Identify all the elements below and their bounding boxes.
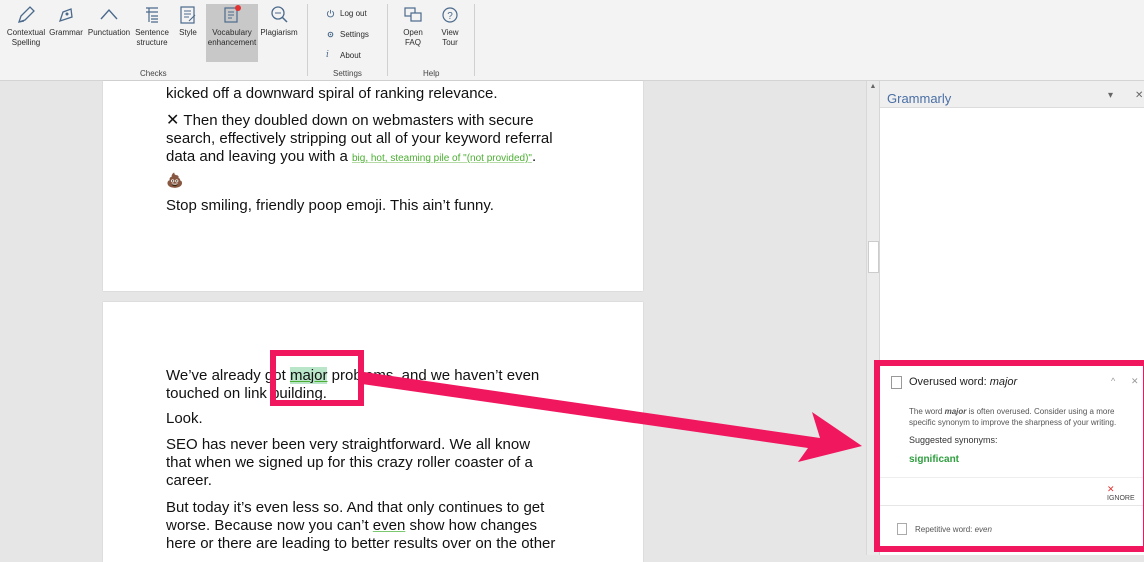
pane-title: Grammarly [887, 91, 952, 106]
plagiarism-button[interactable]: Plagiarism [259, 4, 299, 62]
text-run: . [531, 148, 537, 165]
btn-label-1: Vocabulary [212, 28, 252, 37]
settings-button[interactable]: Settings [326, 30, 369, 39]
group-divider [474, 4, 475, 76]
paragraph: Stop smiling, friendly poop emoji. This … [166, 197, 494, 214]
btn-label-1: Sentence [135, 28, 169, 37]
paragraph: Look. [166, 410, 203, 427]
btn-label-1: Open [403, 28, 423, 37]
text-run: that when we signed up for this crazy ro… [166, 454, 533, 471]
btn-label-1: Grammar [49, 28, 83, 37]
btn-label-1: Contextual [6, 28, 46, 37]
log-out-button[interactable]: Log out [326, 9, 367, 18]
style-button[interactable]: Style [173, 4, 203, 62]
checks-group-label: Checks [140, 69, 167, 78]
paragraph: kicked off a downward spiral of ranking … [166, 85, 498, 102]
paragraph: But today it’s even less so. And that on… [166, 499, 596, 553]
help-group-label: Help [423, 69, 440, 78]
btn-label-2: FAQ [404, 38, 421, 47]
vocabulary-enhancement-button[interactable]: Vocabulary enhancement [206, 4, 258, 62]
nib-icon [58, 8, 73, 23]
view-tour-button[interactable]: ? View Tour [436, 4, 464, 62]
open-faq-button[interactable]: Open FAQ [398, 4, 428, 62]
text-run: worse. Because now you can’t [166, 517, 373, 534]
text-run: But today it’s even less so. And that on… [166, 499, 545, 516]
text-run: career. [166, 472, 212, 489]
btn-label-1: Punctuation [87, 28, 131, 37]
about-button[interactable]: i About [326, 50, 361, 61]
settings-label: Settings [340, 30, 369, 39]
btn-label-2: Spelling [11, 38, 41, 47]
btn-label-1: Plagiarism [260, 28, 298, 37]
text-run: Then they doubled down on webmasters wit… [183, 112, 534, 129]
style-doc-icon [180, 6, 196, 24]
about-label: About [340, 51, 361, 60]
annotation-box-card [874, 360, 1144, 552]
grammar-button[interactable]: Grammar [48, 4, 84, 62]
btn-label-2: enhancement [207, 38, 257, 47]
paragraph-icon [146, 7, 158, 23]
svg-text:?: ? [447, 11, 453, 22]
text-run: show how changes [405, 517, 538, 534]
punctuation-button[interactable]: Punctuation [86, 4, 132, 62]
gear-icon [327, 31, 334, 38]
text-run: here or there are leading to better resu… [166, 535, 556, 552]
x-mark-icon: ✕ [166, 112, 180, 129]
poop-emoji-icon: 💩 [166, 172, 184, 188]
pane-close-icon[interactable]: ✕ [1135, 90, 1143, 101]
paragraph: SEO has never been very straightforward.… [166, 436, 596, 490]
btn-label-1: View [441, 28, 459, 37]
flagged-word-even[interactable]: even [373, 517, 406, 534]
scroll-thumb[interactable] [868, 241, 879, 273]
group-divider [307, 4, 308, 76]
contextual-spelling-button[interactable]: Contextual Spelling [4, 4, 48, 62]
scroll-up-arrow-icon[interactable]: ▲ [869, 83, 877, 91]
paragraph: We’ve already got major problems, and we… [166, 367, 596, 403]
chat-bubbles-icon [404, 7, 422, 22]
flagged-phrase[interactable]: big, hot, steaming pile of "(not provide… [352, 153, 532, 164]
question-circle-icon: ? [442, 7, 458, 23]
power-icon [326, 9, 335, 18]
settings-group-label: Settings [333, 69, 362, 78]
text-run: SEO has never been very straightforward.… [166, 436, 531, 453]
pen-icon [17, 6, 35, 24]
btn-label-2: Tour [442, 38, 458, 47]
sentence-structure-button[interactable]: Sentence structure [133, 4, 171, 62]
text-run: search, effectively stripping out all of… [166, 130, 553, 147]
pane-options-dropdown-icon[interactable]: ▾ [1108, 90, 1113, 101]
caret-icon [100, 8, 118, 20]
text-run: data and leaving you with a [166, 148, 352, 165]
btn-label-2: structure [136, 38, 168, 47]
vocabulary-book-icon [224, 5, 241, 23]
pane-header: Grammarly ▾ ✕ [880, 81, 1144, 108]
group-divider [387, 4, 388, 76]
info-icon: i [326, 50, 329, 60]
paragraph: ✕ Then they doubled down on webmasters wi… [166, 112, 596, 168]
annotation-box-word [270, 350, 364, 406]
magnifier-icon [271, 6, 288, 23]
btn-label-1: Style [179, 28, 197, 37]
log-out-label: Log out [340, 9, 367, 18]
ribbon: Contextual Spelling Grammar Punctuation … [0, 0, 1144, 81]
